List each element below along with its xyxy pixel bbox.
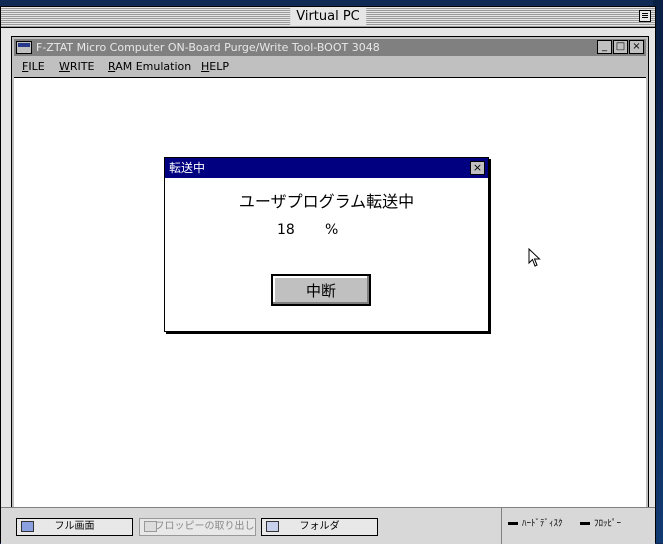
virtual-pc-status-bar: フル画面 フロッピーの取り出し フォルダ ﾊｰﾄﾞﾃﾞｨｽｸ ﾌﾛｯﾋﾟｰ xyxy=(1,507,655,544)
app-title: F-ZTAT Micro Computer ON-Board Purge/Wri… xyxy=(36,41,380,54)
floppy-led-icon xyxy=(580,522,590,525)
transfer-dialog: 転送中 × ユーザプログラム転送中 18 % 中断 xyxy=(164,157,489,332)
menu-help[interactable]: HELP xyxy=(201,56,229,77)
virtual-pc-title: Virtual PC xyxy=(290,8,366,26)
dialog-titlebar[interactable]: 転送中 × xyxy=(165,158,488,178)
app-titlebar[interactable]: F-ZTAT Micro Computer ON-Board Purge/Wri… xyxy=(14,39,646,56)
eject-floppy-label: フロッピーの取り出し xyxy=(154,521,255,532)
folder-label: フォルダ xyxy=(299,521,340,532)
folder-button[interactable]: フォルダ xyxy=(261,518,378,536)
progress-value: 18 xyxy=(277,222,295,238)
floppy-indicator: ﾌﾛｯﾋﾟｰ xyxy=(580,516,621,529)
progress-unit: % xyxy=(325,222,339,238)
hard-disk-indicator: ﾊｰﾄﾞﾃﾞｨｽｸ xyxy=(508,516,563,529)
system-menu-icon[interactable] xyxy=(16,41,32,54)
hard-disk-led-icon xyxy=(508,522,518,525)
menu-file[interactable]: FILE xyxy=(22,56,45,77)
eject-floppy-button: フロッピーの取り出し xyxy=(139,518,256,536)
maximize-button[interactable]: □ xyxy=(613,40,628,54)
activity-indicators: ﾊｰﾄﾞﾃﾞｨｽｸ ﾌﾛｯﾋﾟｰ xyxy=(501,508,654,544)
menu-ram-emulation[interactable]: RAM Emulation xyxy=(108,56,191,77)
menu-write[interactable]: WRITE xyxy=(59,56,94,77)
dialog-title: 転送中 xyxy=(169,161,206,175)
full-screen-label: フル画面 xyxy=(54,521,95,532)
minimize-button[interactable]: _ xyxy=(597,40,612,54)
close-button[interactable]: × xyxy=(629,40,644,54)
virtual-pc-titlebar[interactable]: Virtual PC xyxy=(1,7,655,28)
dialog-close-button[interactable]: × xyxy=(470,161,485,175)
menu-bar: FILE WRITE RAM Emulation HELP xyxy=(14,56,646,78)
mouse-cursor-icon xyxy=(528,248,541,267)
full-screen-button[interactable]: フル画面 xyxy=(16,518,133,536)
transfer-message: ユーザプログラム転送中 xyxy=(238,192,415,211)
abort-button[interactable]: 中断 xyxy=(271,274,371,306)
collapse-box-icon[interactable] xyxy=(639,10,651,22)
